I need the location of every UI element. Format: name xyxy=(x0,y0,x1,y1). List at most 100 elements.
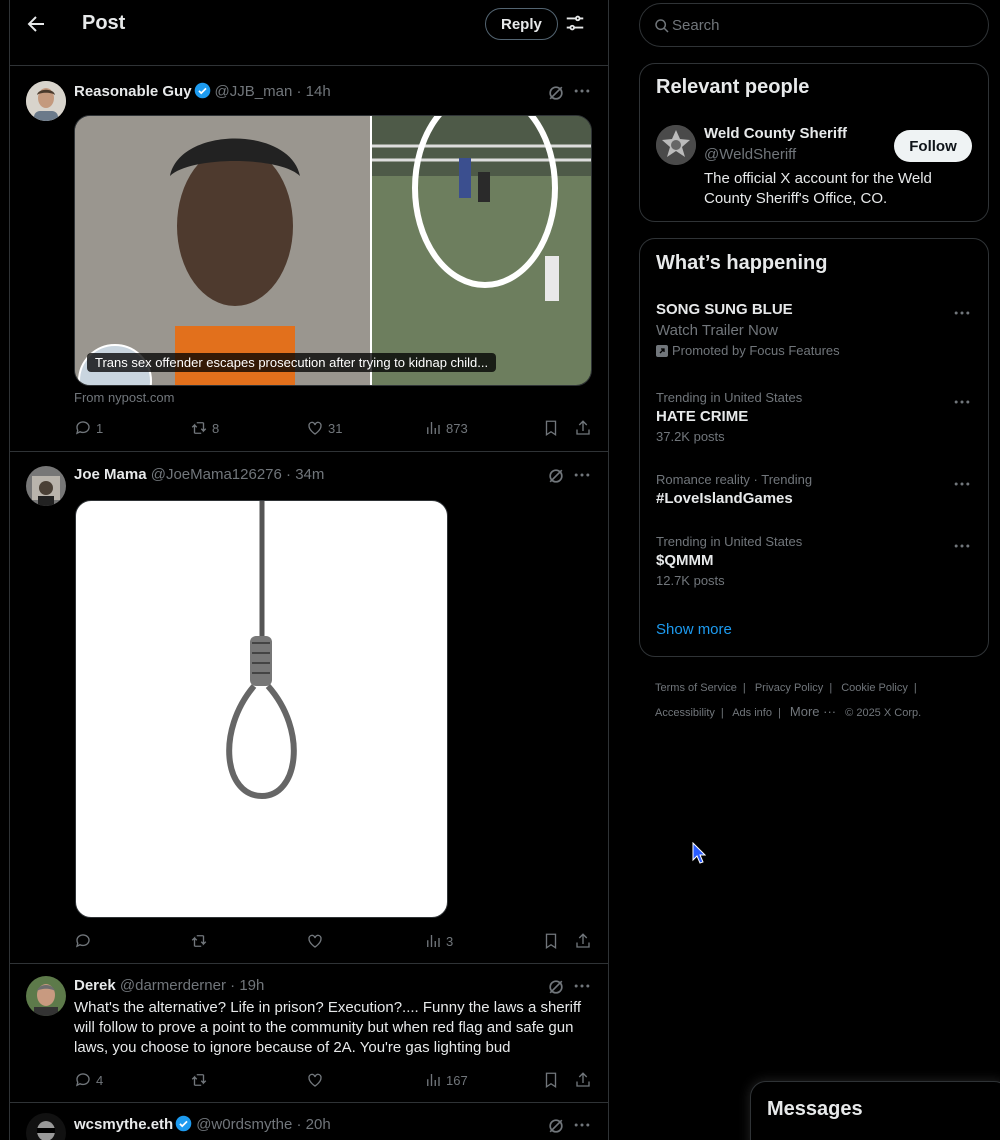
grok-icon[interactable] xyxy=(546,977,566,997)
views-action[interactable]: 873 xyxy=(424,419,468,437)
display-name[interactable]: Reasonable Guy xyxy=(74,83,192,100)
post-time[interactable]: · 19h xyxy=(230,977,264,994)
like-action[interactable] xyxy=(306,932,328,950)
reply-action[interactable]: 1 xyxy=(74,419,103,437)
terms-link[interactable]: Terms of Service xyxy=(655,682,737,694)
more-options-icon[interactable] xyxy=(572,465,592,485)
more-options-icon[interactable] xyxy=(952,392,972,412)
search-input[interactable]: Search xyxy=(639,3,989,47)
share-icon[interactable] xyxy=(574,932,592,950)
repost-action[interactable]: 8 xyxy=(190,419,219,437)
promoted-label: Promoted by Focus Features xyxy=(672,343,840,358)
more-options-icon[interactable] xyxy=(952,303,972,323)
promo-subtitle: Watch Trailer Now xyxy=(656,322,778,339)
accessibility-link[interactable]: Accessibility xyxy=(655,707,715,719)
more-options-icon[interactable] xyxy=(572,976,592,996)
display-name[interactable]: Derek xyxy=(74,977,116,994)
display-name[interactable]: Joe Mama xyxy=(74,466,147,483)
share-icon[interactable] xyxy=(574,419,592,437)
like-action[interactable]: 31 xyxy=(306,419,342,437)
like-count: 31 xyxy=(328,420,343,436)
trend-topic: SONG SUNG BLUE xyxy=(656,301,793,318)
filter-settings-icon[interactable] xyxy=(564,12,586,34)
avatar[interactable] xyxy=(26,1113,66,1140)
promoted-icon xyxy=(656,344,668,357)
repost-action[interactable] xyxy=(190,1071,212,1089)
follow-button[interactable]: Follow xyxy=(894,130,972,162)
copyright: © 2025 X Corp. xyxy=(845,707,922,719)
more-link[interactable]: More ··· xyxy=(790,704,836,719)
promoted-trend[interactable]: SONG SUNG BLUE Watch Trailer Now Promote… xyxy=(656,301,974,358)
cookie-link[interactable]: Cookie Policy xyxy=(841,682,908,694)
grok-icon[interactable] xyxy=(546,466,566,486)
trend-context: Romance reality · Trending xyxy=(656,472,813,487)
avatar[interactable] xyxy=(26,81,66,121)
reply-post[interactable]: Joe Mama @JoeMama126276 · 34m 3 xyxy=(10,452,608,964)
post-text: What's the alternative? Life in prison? … xyxy=(74,999,582,1056)
link-card-image[interactable]: Trans sex offender escapes prosecution a… xyxy=(74,115,592,386)
bookmark-icon[interactable] xyxy=(542,932,560,950)
trend-item[interactable]: Trending in United States $QMMM 12.7K po… xyxy=(656,534,974,588)
post-image-noose[interactable] xyxy=(75,500,448,918)
reply-button[interactable]: Reply xyxy=(485,8,558,40)
ads-info-link[interactable]: Ads info xyxy=(732,707,772,719)
trend-context: Trending in United States xyxy=(656,390,803,405)
more-options-icon[interactable] xyxy=(952,474,972,494)
reply-post[interactable]: Derek @darmerderner · 19h What's the alt… xyxy=(10,964,608,1103)
trend-item[interactable]: Romance reality · Trending #LoveIslandGa… xyxy=(656,472,974,507)
post-time[interactable]: · 34m xyxy=(286,466,324,483)
reply-post[interactable]: Reasonable Guy @JJB_man · 14h Trans sex … xyxy=(10,67,608,452)
more-options-icon[interactable] xyxy=(952,536,972,556)
repost-action[interactable] xyxy=(190,932,212,950)
relevant-people-title: Relevant people xyxy=(656,76,810,98)
user-handle[interactable]: @darmerderner xyxy=(120,977,226,994)
privacy-link[interactable]: Privacy Policy xyxy=(755,682,823,694)
card-caption: Trans sex offender escapes prosecution a… xyxy=(87,353,497,372)
avatar[interactable] xyxy=(26,976,66,1016)
mouse-cursor-icon xyxy=(692,842,706,864)
reply-count: 4 xyxy=(96,1072,104,1088)
search-icon xyxy=(655,19,669,33)
user-handle[interactable]: @JoeMama126276 xyxy=(151,466,282,483)
user-handle[interactable]: @JJB_man xyxy=(215,83,293,100)
heart-icon xyxy=(308,421,322,435)
card-source[interactable]: From nypost.com xyxy=(74,390,174,405)
repost-icon xyxy=(191,1074,207,1086)
post-time[interactable]: · 20h xyxy=(296,1116,330,1133)
reply-post[interactable]: wcsmythe.eth @w0rdsmythe · 20h xyxy=(10,1103,608,1140)
more-options-icon[interactable] xyxy=(572,1115,592,1135)
bookmark-icon[interactable] xyxy=(542,419,560,437)
sidebar-footer: Terms of Service | Privacy Policy | Cookie… xyxy=(655,682,922,719)
user-handle[interactable]: @w0rdsmythe xyxy=(196,1116,292,1133)
bookmark-icon[interactable] xyxy=(542,1071,560,1089)
views-action[interactable]: 167 xyxy=(424,1071,468,1089)
person-handle[interactable]: @WeldSheriff xyxy=(704,146,796,163)
post-time[interactable]: · 14h xyxy=(296,83,330,100)
views-action[interactable]: 3 xyxy=(424,932,453,950)
reply-count: 1 xyxy=(96,420,104,436)
share-icon[interactable] xyxy=(574,1071,592,1089)
reply-action[interactable]: 4 xyxy=(74,1071,103,1089)
trend-topic: $QMMM xyxy=(656,552,714,569)
grok-icon[interactable] xyxy=(546,1116,566,1136)
view-count: 167 xyxy=(446,1072,468,1088)
avatar[interactable] xyxy=(26,466,66,506)
display-name[interactable]: wcsmythe.eth xyxy=(74,1116,173,1133)
search-placeholder: Search xyxy=(672,17,720,34)
grok-icon[interactable] xyxy=(546,83,566,103)
show-more-link[interactable]: Show more xyxy=(656,621,732,638)
avatar[interactable] xyxy=(656,125,696,165)
back-arrow-icon[interactable] xyxy=(24,12,48,36)
person-name[interactable]: Weld County Sheriff xyxy=(704,125,847,142)
whats-happening-title: What’s happening xyxy=(656,252,828,274)
post-actions: 3 xyxy=(74,932,594,952)
like-action[interactable] xyxy=(306,1071,328,1089)
messages-drawer[interactable]: Messages xyxy=(750,1081,1000,1140)
more-options-icon[interactable] xyxy=(572,81,592,101)
trend-topic: #LoveIslandGames xyxy=(656,490,793,507)
trend-item[interactable]: Trending in United States HATE CRIME 37.… xyxy=(656,390,974,444)
reply-action[interactable] xyxy=(74,932,96,950)
verified-badge-icon xyxy=(194,82,210,99)
post-actions: 1 8 31 873 xyxy=(74,419,594,439)
heart-icon xyxy=(308,1073,322,1087)
